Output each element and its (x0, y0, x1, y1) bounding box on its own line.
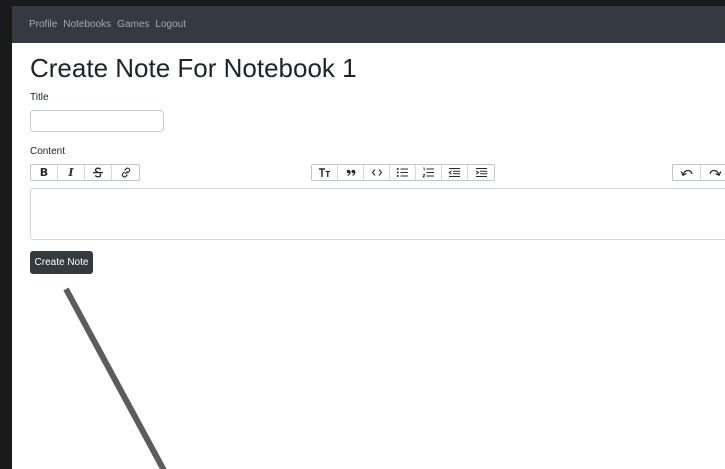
content-label: Content (30, 146, 66, 157)
title-input[interactable] (30, 110, 164, 132)
italic-icon: I (68, 166, 74, 179)
strikethrough-icon (93, 167, 103, 178)
numbered-list-icon (422, 167, 434, 178)
content-editor[interactable] (30, 188, 725, 240)
title-label: Title (30, 92, 49, 103)
toolbar-history-group (672, 164, 725, 181)
outdent-icon (448, 168, 460, 177)
code-icon (371, 169, 382, 176)
heading-button[interactable] (312, 165, 338, 180)
nav-link-games[interactable]: Games (117, 19, 149, 30)
nav-link-notebooks[interactable]: Notebooks (63, 19, 111, 30)
strikethrough-button[interactable] (85, 165, 112, 180)
numbered-list-button[interactable] (416, 165, 442, 180)
code-button[interactable] (364, 165, 390, 180)
indent-icon (475, 168, 487, 177)
quote-button[interactable] (338, 165, 364, 180)
outdent-button[interactable] (442, 165, 468, 180)
link-button[interactable] (112, 165, 139, 180)
nav-link-profile[interactable]: Profile (29, 19, 57, 30)
undo-button[interactable] (673, 165, 701, 180)
undo-icon (680, 169, 693, 177)
bold-icon: B (39, 166, 49, 179)
redo-button[interactable] (701, 165, 725, 180)
nav-link-logout[interactable]: Logout (155, 19, 186, 30)
bold-button[interactable]: B (31, 165, 58, 180)
page-title: Create Note For Notebook 1 (30, 53, 357, 83)
bullet-list-icon (396, 168, 408, 177)
link-icon (121, 167, 130, 178)
redo-icon (708, 169, 721, 177)
top-navbar: Profile Notebooks Games Logout (12, 6, 725, 43)
heading-icon (319, 168, 330, 177)
create-note-button[interactable]: Create Note (30, 251, 93, 274)
toolbar-text-style-group: B I (30, 164, 140, 181)
toolbar-block-group (311, 164, 495, 181)
quote-icon (346, 169, 356, 176)
app-window: Profile Notebooks Games Logout Create No… (12, 6, 725, 469)
bullet-list-button[interactable] (390, 165, 416, 180)
italic-button[interactable]: I (58, 165, 85, 180)
indent-button[interactable] (468, 165, 494, 180)
